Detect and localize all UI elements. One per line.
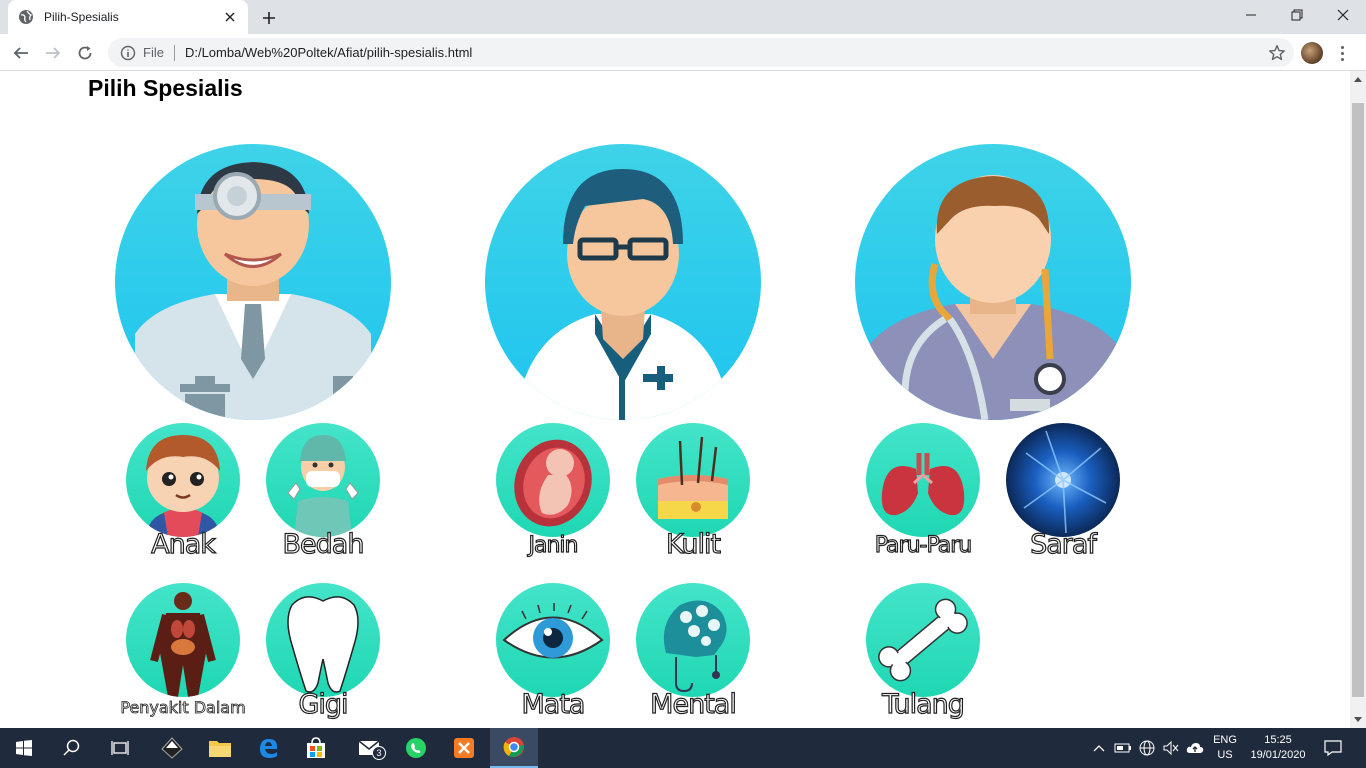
specialist-kulit[interactable]: Kulit <box>628 423 758 563</box>
specialist-mata[interactable]: Mata <box>488 583 618 723</box>
specialist-paru[interactable]: Paru-Paru <box>858 423 988 563</box>
label-paru: Paru-Paru <box>874 532 973 558</box>
close-window-button[interactable] <box>1320 0 1366 30</box>
browser-tab-strip: Pilih-Spesialis <box>0 0 1366 34</box>
specialist-saraf[interactable]: Saraf <box>998 423 1128 563</box>
label-bedah: Bedah <box>282 528 365 560</box>
lungs-icon <box>866 423 980 537</box>
tray-overflow-icon[interactable] <box>1088 728 1110 768</box>
doctor-with-stethoscope-illustration <box>855 144 1131 420</box>
fetus-icon <box>496 423 610 537</box>
mail-badge: 3 <box>372 746 386 760</box>
windows-start-icon[interactable] <box>0 728 48 768</box>
input-language[interactable]: ENG US <box>1208 728 1242 768</box>
doctor-with-glasses-illustration <box>485 144 761 420</box>
clock-date: 19/01/2020 <box>1250 749 1306 761</box>
bone-icon <box>866 583 980 697</box>
profile-avatar[interactable] <box>1301 42 1323 64</box>
tooth-icon <box>266 583 380 697</box>
notifications-icon[interactable] <box>1316 728 1350 768</box>
page-title: Pilih Spesialis <box>88 75 243 101</box>
tab-title: Pilih-Spesialis <box>44 10 119 24</box>
specialist-anak[interactable]: Anak <box>118 423 248 563</box>
clock[interactable]: 15:25 19/01/2020 <box>1244 728 1312 768</box>
eye-icon <box>496 583 610 697</box>
file-explorer-icon[interactable] <box>196 728 244 768</box>
onedrive-upload-icon[interactable] <box>1184 728 1206 768</box>
restore-button[interactable] <box>1274 0 1320 30</box>
specialist-penyakit-dalam[interactable]: Penyakit Dalam <box>118 583 248 723</box>
browser-menu-icon[interactable] <box>1334 42 1350 64</box>
task-view-icon[interactable] <box>96 728 144 768</box>
doctor-avatar-2[interactable] <box>485 144 761 420</box>
info-icon[interactable] <box>120 45 136 61</box>
label-kulit: Kulit <box>665 528 721 560</box>
xampp-icon[interactable] <box>440 728 488 768</box>
chrome-taskbar-icon[interactable] <box>490 728 538 768</box>
specialist-janin[interactable]: Janin <box>488 423 618 563</box>
label-gigi: Gigi <box>298 688 349 720</box>
surgeon-icon <box>266 423 380 537</box>
label-mental: Mental <box>650 688 738 720</box>
brain-gears-icon <box>636 583 750 697</box>
scrollbar-thumb[interactable] <box>1352 103 1364 697</box>
reload-button[interactable] <box>72 40 98 66</box>
whatsapp-icon[interactable] <box>392 728 440 768</box>
url-text[interactable]: D:/Lomba/Web%20Poltek/Afiat/pilih-spesia… <box>185 45 1268 60</box>
scroll-up-icon[interactable] <box>1354 77 1362 82</box>
edge-icon[interactable] <box>244 728 292 768</box>
windows-taskbar: 3 ENG US 15:25 19/01/2020 <box>0 728 1366 768</box>
omnibox-divider <box>173 44 175 61</box>
back-button[interactable] <box>8 40 34 66</box>
label-tulang: Tulang <box>881 688 965 720</box>
scroll-down-icon[interactable] <box>1354 717 1362 722</box>
page-scrollbar[interactable] <box>1350 71 1366 728</box>
speaker-muted-icon[interactable] <box>1160 728 1182 768</box>
forward-button[interactable] <box>40 40 66 66</box>
label-saraf: Saraf <box>1029 528 1097 560</box>
browser-tab[interactable]: Pilih-Spesialis <box>8 0 248 34</box>
minimize-button[interactable] <box>1228 0 1274 30</box>
label-anak: Anak <box>151 528 217 560</box>
browser-toolbar: File D:/Lomba/Web%20Poltek/Afiat/pilih-s… <box>0 34 1366 71</box>
label-janin: Janin <box>528 532 579 558</box>
clock-time: 15:25 <box>1264 734 1292 746</box>
specialist-mental[interactable]: Mental <box>628 583 758 723</box>
battery-icon[interactable] <box>1112 728 1134 768</box>
specialist-tulang[interactable]: Tulang <box>858 583 988 723</box>
specialist-gigi[interactable]: Gigi <box>258 583 388 723</box>
address-bar[interactable]: File D:/Lomba/Web%20Poltek/Afiat/pilih-s… <box>108 38 1294 67</box>
label-mata: Mata <box>521 688 586 720</box>
child-icon <box>126 423 240 537</box>
lang-line1: ENG <box>1213 734 1237 746</box>
app-icon-inkscape[interactable] <box>148 728 196 768</box>
lang-line2: US <box>1217 749 1233 761</box>
doctor-avatar-3[interactable] <box>855 144 1131 420</box>
anatomy-icon <box>126 583 240 697</box>
new-tab-button[interactable] <box>258 7 280 29</box>
network-globe-icon[interactable] <box>1136 728 1158 768</box>
neuron-icon <box>1006 423 1120 537</box>
store-icon[interactable] <box>292 728 340 768</box>
mail-icon[interactable]: 3 <box>346 728 394 768</box>
bookmark-star-icon[interactable] <box>1268 44 1286 62</box>
globe-icon <box>18 9 34 25</box>
specialist-bedah[interactable]: Bedah <box>258 423 388 563</box>
label-penyakit-dalam: Penyakit Dalam <box>120 698 246 718</box>
close-tab-icon[interactable] <box>222 9 238 25</box>
page-viewport: Pilih Spesialis Anak Bedah Janin Kulit P… <box>0 71 1350 728</box>
doctor-with-head-mirror-illustration <box>115 144 391 420</box>
search-icon[interactable] <box>48 728 96 768</box>
skin-layers-icon <box>636 423 750 537</box>
scheme-label: File <box>143 45 164 60</box>
doctor-avatar-1[interactable] <box>115 144 391 420</box>
